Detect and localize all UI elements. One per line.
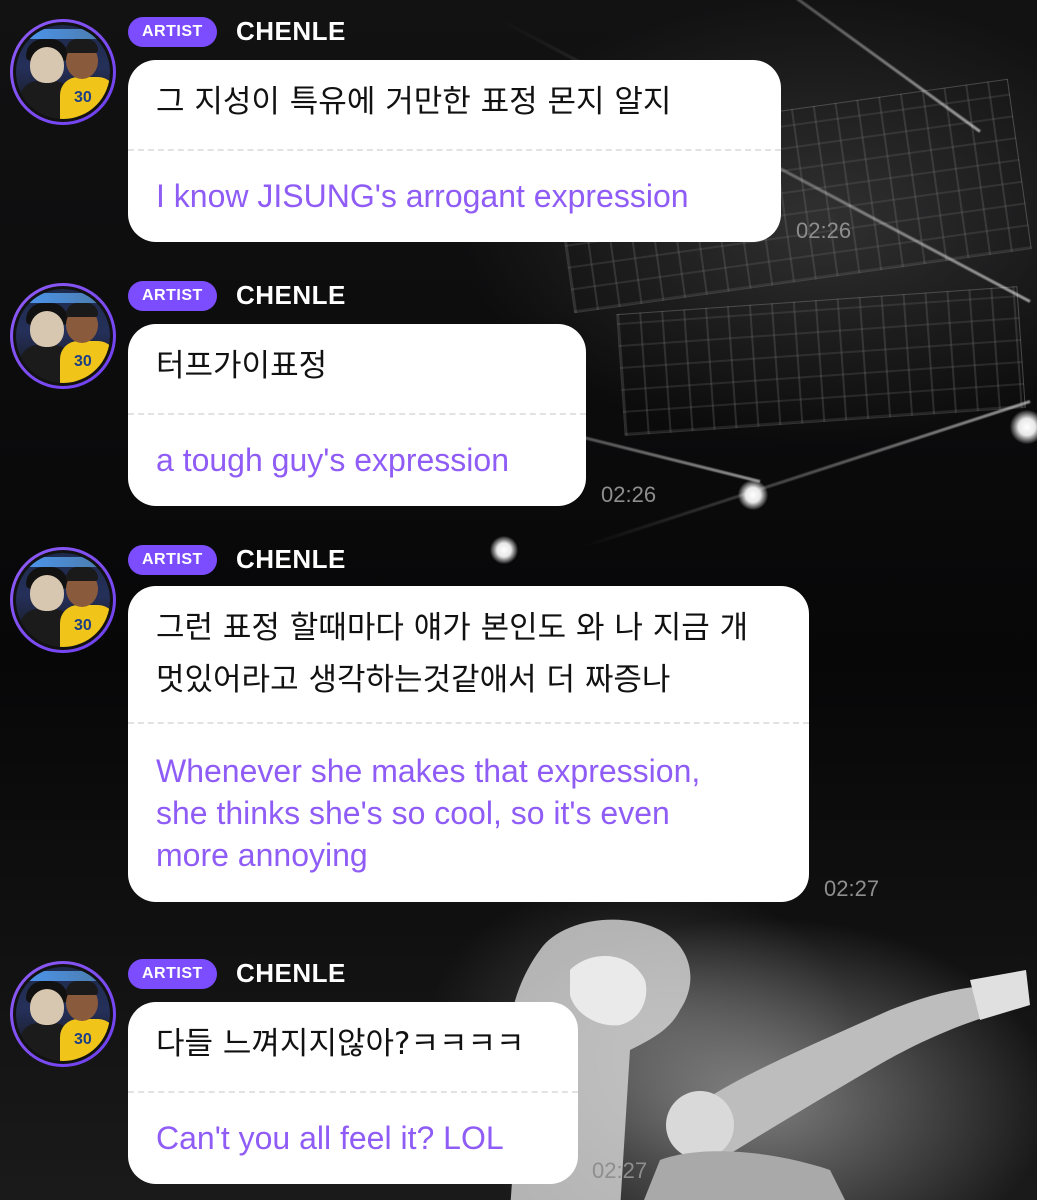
translated-text: I know JISUNG's arrogant expression — [156, 178, 689, 214]
chat-message: 30 ARTIST CHENLE 그 지성이 특유에 거만한 표정 몬지 알지 … — [0, 0, 1037, 250]
avatar-jersey-number: 30 — [74, 353, 92, 370]
translated-text: Can't you all feel it? LOL — [156, 1120, 504, 1156]
original-text: 터프가이표정 — [156, 348, 328, 384]
artist-badge: ARTIST — [128, 17, 217, 47]
translation-divider — [128, 722, 809, 724]
avatar-figure — [66, 567, 98, 581]
avatar-figure — [30, 311, 64, 347]
timestamp: 02:27 — [824, 876, 880, 901]
avatar-figure — [30, 47, 64, 83]
avatar-jersey-number: 30 — [74, 617, 92, 634]
translated-text: Whenever she makes that expression, — [156, 753, 701, 789]
artist-badge: ARTIST — [128, 545, 217, 575]
chat-message: 30 ARTIST CHENLE 다들 느껴지지않아?ㅋㅋㅋㅋ Can't yo… — [0, 942, 1037, 1200]
original-text: 그 지성이 특유에 거만한 표정 몬지 알지 — [156, 84, 672, 120]
avatar-figure — [30, 989, 64, 1025]
translation-divider — [128, 413, 586, 415]
translated-text: she thinks she's so cool, so it's even — [156, 795, 670, 831]
avatar-light — [24, 557, 110, 567]
timestamp: 02:27 — [592, 1158, 648, 1183]
avatar-photo: 30 — [13, 22, 113, 122]
message-bubble[interactable]: 터프가이표정 a tough guy's expression — [128, 324, 586, 506]
avatar[interactable]: 30 — [10, 961, 116, 1067]
avatar-figure — [66, 303, 98, 317]
avatar-jersey-number: 30 — [74, 1031, 92, 1048]
artist-badge: ARTIST — [128, 281, 217, 311]
avatar[interactable]: 30 — [10, 547, 116, 653]
avatar[interactable]: 30 — [10, 19, 116, 125]
avatar-light — [24, 29, 110, 39]
avatar-photo: 30 — [13, 550, 113, 650]
translation-divider — [128, 1091, 578, 1093]
message-bubble[interactable]: 다들 느껴지지않아?ㅋㅋㅋㅋ Can't you all feel it? LO… — [128, 1002, 578, 1184]
message-bubble[interactable]: 그 지성이 특유에 거만한 표정 몬지 알지 I know JISUNG's a… — [128, 60, 781, 242]
artist-badge: ARTIST — [128, 959, 217, 989]
original-text: 그런 표정 할때마다 얘가 본인도 와 나 지금 개 — [156, 610, 749, 646]
message-bubble[interactable]: 그런 표정 할때마다 얘가 본인도 와 나 지금 개 멋있어라고 생각하는것같애… — [128, 586, 809, 902]
avatar[interactable]: 30 — [10, 283, 116, 389]
avatar-jersey-number: 30 — [74, 89, 92, 106]
translated-text: more annoying — [156, 837, 368, 873]
avatar-figure — [66, 39, 98, 53]
author-name[interactable]: CHENLE — [236, 16, 346, 47]
author-name[interactable]: CHENLE — [236, 280, 346, 311]
avatar-photo: 30 — [13, 964, 113, 1064]
timestamp: 02:26 — [796, 218, 852, 243]
translation-divider — [128, 149, 781, 151]
author-name[interactable]: CHENLE — [236, 958, 346, 989]
avatar-light — [24, 293, 110, 303]
translated-text: a tough guy's expression — [156, 442, 509, 478]
timestamp: 02:26 — [601, 482, 657, 507]
author-name[interactable]: CHENLE — [236, 544, 346, 575]
avatar-photo: 30 — [13, 286, 113, 386]
original-text: 다들 느껴지지않아?ㅋㅋㅋㅋ — [156, 1026, 525, 1062]
original-text: 멋있어라고 생각하는것같애서 더 짜증나 — [156, 662, 671, 698]
avatar-figure — [30, 575, 64, 611]
chat-message: 30 ARTIST CHENLE 터프가이표정 a tough guy's ex… — [0, 264, 1037, 514]
avatar-figure — [66, 981, 98, 995]
avatar-light — [24, 971, 110, 981]
chat-message: 30 ARTIST CHENLE 그런 표정 할때마다 얘가 본인도 와 나 지… — [0, 528, 1037, 908]
